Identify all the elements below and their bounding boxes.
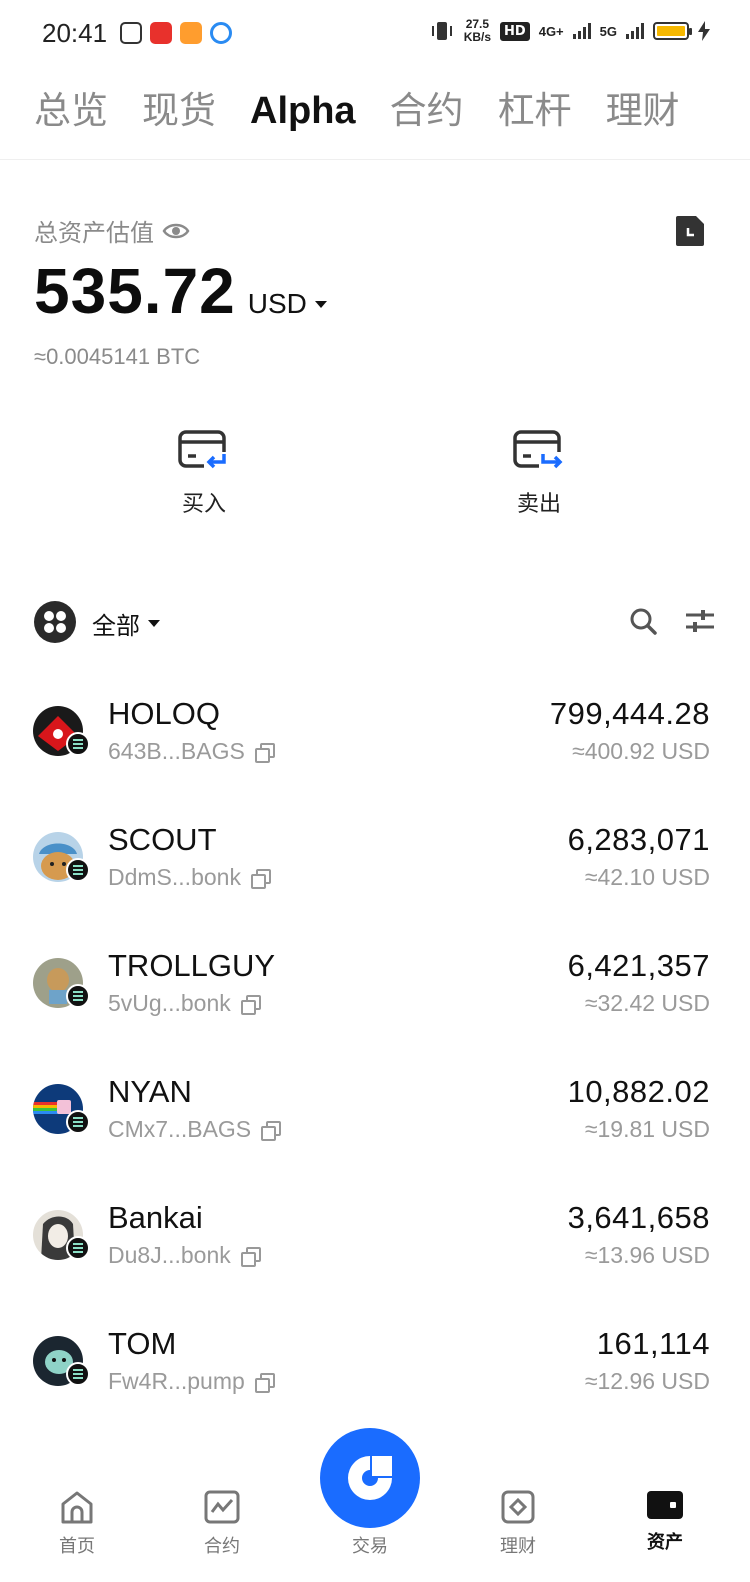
token-amount: 10,882.02 bbox=[567, 1074, 710, 1109]
eye-icon[interactable] bbox=[162, 221, 190, 241]
token-symbol: NYAN bbox=[108, 1074, 192, 1109]
copy-icon[interactable] bbox=[254, 742, 275, 763]
tab-margin[interactable]: 杠杆 bbox=[498, 78, 572, 144]
status-bar: 20:41 27.5 KB/s HD 4G+ 5G bbox=[0, 0, 750, 66]
wallet-icon bbox=[647, 1491, 683, 1519]
network-speed: 27.5 KB/s bbox=[463, 17, 492, 44]
token-amount: 3,641,658 bbox=[567, 1200, 710, 1235]
vibrate-icon bbox=[431, 22, 452, 40]
token-row[interactable]: NYAN CMx7...BAGS 10,882.02 ≈19.81 USD bbox=[0, 1048, 750, 1174]
currency-selector[interactable]: USD bbox=[248, 288, 327, 320]
token-symbol: HOLOQ bbox=[108, 696, 220, 731]
total-asset-label: 总资产估值 bbox=[34, 213, 190, 248]
buy-icon bbox=[178, 430, 230, 474]
token-row[interactable]: SCOUT DdmS...bonk 6,283,071 ≈42.10 USD bbox=[0, 796, 750, 922]
nav-earn[interactable]: 理财 bbox=[468, 1490, 568, 1558]
sell-button[interactable]: 卖出 bbox=[469, 428, 609, 518]
charging-icon bbox=[698, 21, 710, 41]
solana-chain-icon bbox=[66, 732, 90, 756]
copy-icon[interactable] bbox=[254, 1372, 275, 1393]
sell-icon bbox=[513, 430, 565, 474]
token-amount: 6,283,071 bbox=[567, 822, 710, 857]
token-address: 643B...BAGS bbox=[108, 738, 275, 765]
token-row[interactable]: HOLOQ 643B...BAGS 799,444.28 ≈400.92 USD bbox=[0, 670, 750, 796]
nav-assets[interactable]: 资产 bbox=[615, 1490, 715, 1554]
token-address: Fw4R...pump bbox=[108, 1368, 275, 1395]
filter-row: 全部 bbox=[34, 600, 716, 644]
search-icon[interactable] bbox=[628, 606, 658, 636]
token-address: CMx7...BAGS bbox=[108, 1116, 282, 1143]
tab-futures[interactable]: 合约 bbox=[390, 78, 464, 144]
action-buttons: 买入 卖出 bbox=[0, 428, 750, 538]
earn-icon bbox=[501, 1490, 535, 1524]
home-icon bbox=[61, 1491, 93, 1524]
solana-chain-icon bbox=[66, 984, 90, 1008]
token-symbol: SCOUT bbox=[108, 822, 217, 857]
tab-earn[interactable]: 理财 bbox=[606, 78, 680, 144]
dropdown-arrow-icon bbox=[148, 620, 160, 627]
token-symbol: TOM bbox=[108, 1326, 177, 1361]
token-amount: 161,114 bbox=[596, 1326, 710, 1361]
copy-icon[interactable] bbox=[240, 994, 261, 1015]
token-usd-value: ≈19.81 USD bbox=[584, 1116, 710, 1142]
nav-futures[interactable]: 合约 bbox=[172, 1490, 272, 1558]
filter-dropdown[interactable]: 全部 bbox=[92, 606, 160, 641]
trade-icon bbox=[348, 1456, 392, 1500]
signal-bars-icon bbox=[572, 23, 591, 39]
token-row[interactable]: TROLLGUY 5vUg...bonk 6,421,357 ≈32.42 US… bbox=[0, 922, 750, 1048]
signal-4g-icon: 4G+ bbox=[538, 23, 564, 39]
status-time: 20:41 bbox=[42, 18, 108, 48]
token-usd-value: ≈42.10 USD bbox=[584, 864, 710, 890]
asset-tabs: 总览 现货 Alpha 合约 杠杆 理财 bbox=[0, 78, 750, 160]
solana-chain-icon bbox=[66, 1110, 90, 1134]
tab-spot[interactable]: 现货 bbox=[142, 78, 216, 144]
app-notification-icon bbox=[210, 22, 232, 44]
battery-icon bbox=[653, 22, 692, 40]
token-usd-value: ≈13.96 USD bbox=[584, 1242, 710, 1268]
token-address: DdmS...bonk bbox=[108, 864, 271, 891]
copy-icon[interactable] bbox=[250, 868, 271, 889]
buy-label: 买入 bbox=[181, 492, 226, 517]
btc-equivalent: ≈0.0045141 BTC bbox=[34, 344, 201, 369]
token-row[interactable]: TOM Fw4R...pump 161,114 ≈12.96 USD bbox=[0, 1300, 750, 1426]
futures-chart-icon bbox=[204, 1490, 240, 1524]
app-notification-icon bbox=[180, 22, 202, 44]
token-usd-value: ≈12.96 USD bbox=[584, 1368, 710, 1394]
tab-overview[interactable]: 总览 bbox=[34, 78, 108, 144]
signal-5g-icon: 5G bbox=[599, 23, 617, 39]
bottom-nav: 首页 合约 交易 理财 资产 bbox=[0, 1428, 750, 1582]
nav-home[interactable]: 首页 bbox=[27, 1490, 127, 1558]
token-symbol: Bankai bbox=[108, 1200, 203, 1235]
token-symbol: TROLLGUY bbox=[108, 948, 276, 983]
grid-icon bbox=[34, 601, 76, 643]
dropdown-arrow-icon bbox=[314, 300, 327, 308]
notification-icons bbox=[120, 22, 232, 44]
copy-icon[interactable] bbox=[240, 1246, 261, 1267]
app-notification-icon bbox=[120, 22, 142, 44]
solana-chain-icon bbox=[66, 1362, 90, 1386]
balance-value: 535.72 bbox=[34, 255, 236, 327]
trade-button[interactable] bbox=[320, 1428, 420, 1528]
history-icon[interactable] bbox=[674, 214, 706, 248]
token-usd-value: ≈400.92 USD bbox=[572, 738, 710, 764]
tab-alpha[interactable]: Alpha bbox=[250, 78, 356, 144]
token-list: HOLOQ 643B...BAGS 799,444.28 ≈400.92 USD… bbox=[0, 670, 750, 1426]
token-address: 5vUg...bonk bbox=[108, 990, 261, 1017]
token-address: Du8J...bonk bbox=[108, 1242, 261, 1269]
token-row[interactable]: Bankai Du8J...bonk 3,641,658 ≈13.96 USD bbox=[0, 1174, 750, 1300]
hd-icon: HD bbox=[500, 21, 530, 41]
token-amount: 6,421,357 bbox=[567, 948, 710, 983]
app-notification-icon bbox=[150, 22, 172, 44]
nav-trade[interactable]: 交易 bbox=[320, 1428, 420, 1558]
solana-chain-icon bbox=[66, 858, 90, 882]
sell-label: 卖出 bbox=[516, 492, 561, 517]
total-balance: 535.72 USD bbox=[34, 254, 327, 328]
token-amount: 799,444.28 bbox=[549, 696, 710, 731]
copy-icon[interactable] bbox=[261, 1120, 282, 1141]
token-usd-value: ≈32.42 USD bbox=[584, 990, 710, 1016]
signal-bars-icon bbox=[626, 23, 644, 39]
solana-chain-icon bbox=[66, 1236, 90, 1260]
buy-button[interactable]: 买入 bbox=[134, 428, 274, 518]
filter-settings-icon[interactable] bbox=[684, 608, 716, 634]
